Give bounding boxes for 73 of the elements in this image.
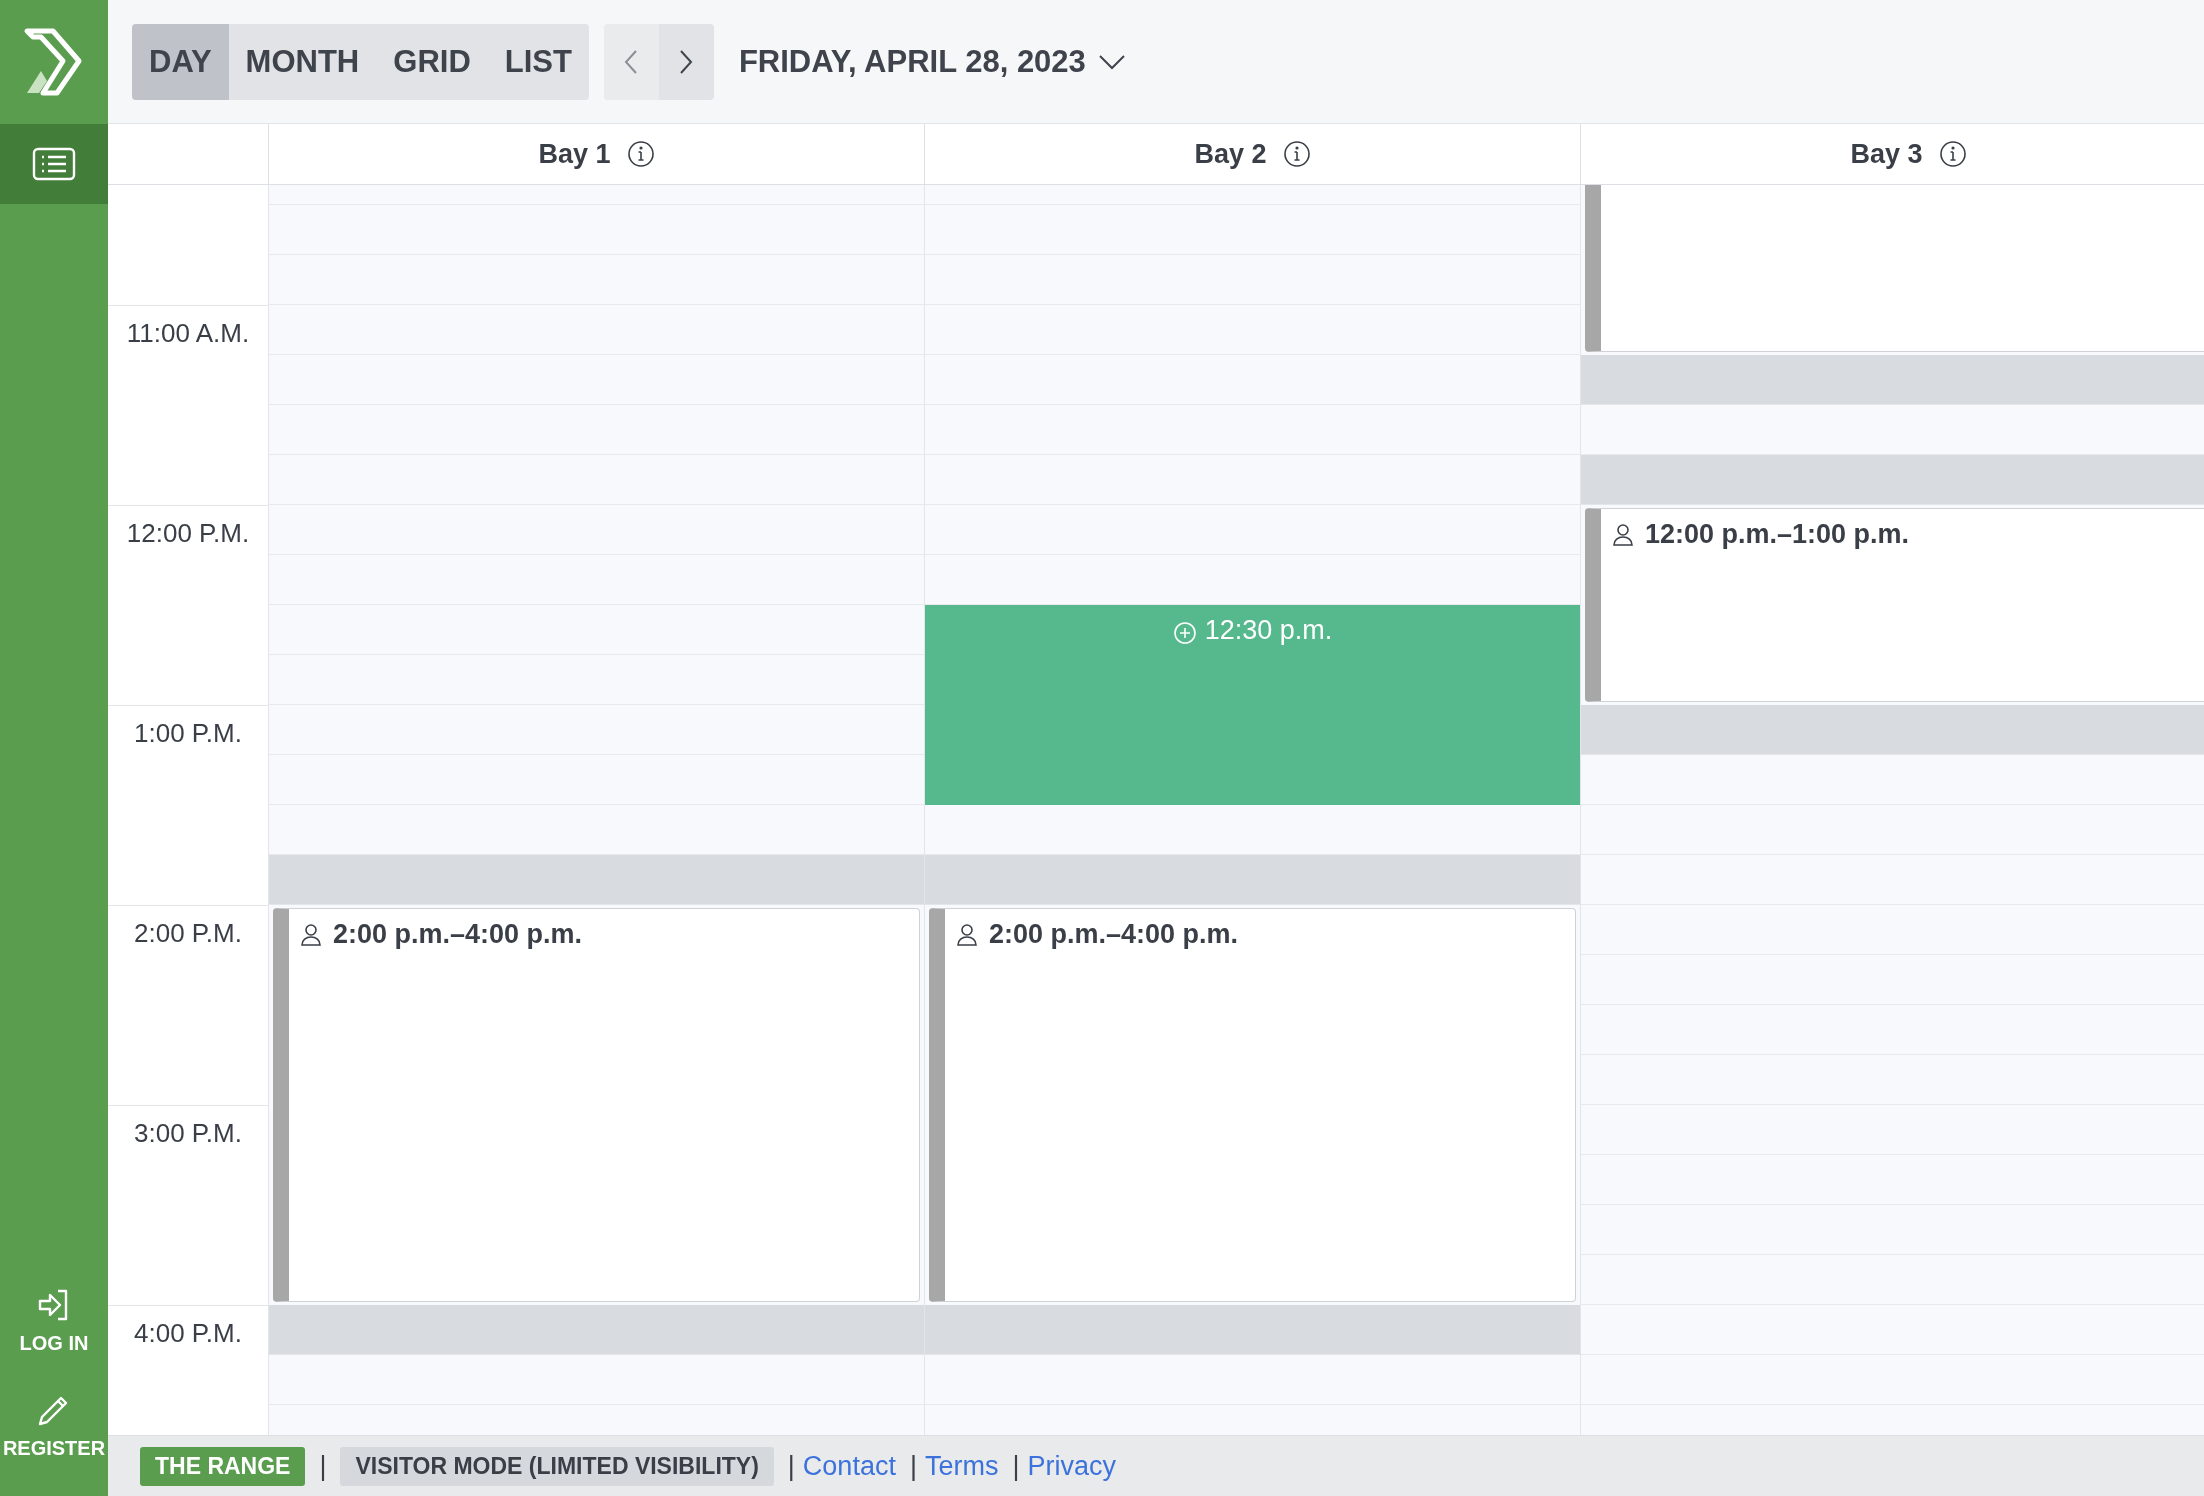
brand-badge: THE RANGE xyxy=(140,1446,306,1486)
time-slot[interactable] xyxy=(1581,1355,2204,1405)
time-slot[interactable] xyxy=(1581,405,2204,455)
separator: | xyxy=(909,1450,917,1482)
time-slot[interactable] xyxy=(1581,905,2204,955)
chevron-right-icon xyxy=(679,48,694,75)
time-label: 1:00 P.M. xyxy=(134,718,242,749)
time-slot[interactable] xyxy=(269,755,925,805)
booking-card[interactable]: 2:00 p.m.–4:00 p.m. xyxy=(273,908,920,1302)
time-slot[interactable] xyxy=(269,455,925,505)
chevron-left-icon xyxy=(624,48,639,75)
bay-header: Bay 3 xyxy=(1850,138,1923,170)
separator: | xyxy=(319,1450,327,1482)
time-slot[interactable] xyxy=(1581,755,2204,805)
list-view-button[interactable] xyxy=(0,124,108,204)
time-slot[interactable] xyxy=(925,555,1581,605)
time-slot[interactable] xyxy=(269,205,925,255)
separator: | xyxy=(787,1450,795,1482)
time-slot[interactable] xyxy=(925,1355,1581,1405)
footer-link[interactable]: Terms xyxy=(924,1450,999,1482)
time-slot[interactable] xyxy=(269,355,925,405)
view-tab[interactable]: LIST xyxy=(487,23,589,100)
person-icon xyxy=(1613,523,1633,547)
time-slot[interactable] xyxy=(269,655,925,705)
booking-time: 2:00 p.m.–4:00 p.m. xyxy=(989,919,1239,950)
time-slot[interactable] xyxy=(269,705,925,755)
time-label: 12:00 P.M. xyxy=(126,518,250,549)
booking-time: 2:00 p.m.–4:00 p.m. xyxy=(333,919,583,950)
time-slot[interactable] xyxy=(269,505,925,555)
booking-card[interactable]: 2:00 p.m.–4:00 p.m. xyxy=(929,908,1576,1302)
mode-badge: VISITOR MODE (LIMITED VISIBILITY) xyxy=(340,1446,774,1486)
bay-header: Bay 2 xyxy=(1194,138,1267,170)
footer-link[interactable]: Contact xyxy=(802,1450,896,1482)
bay-header: Bay 1 xyxy=(538,138,611,170)
booking-time: 12:00 p.m.–1:00 p.m. xyxy=(1645,519,1910,550)
time-slot[interactable] xyxy=(925,405,1581,455)
info-icon[interactable] xyxy=(1938,140,1967,168)
plus-circle-icon xyxy=(1172,621,1197,645)
time-slot[interactable] xyxy=(925,305,1581,355)
time-slot[interactable] xyxy=(1581,1255,2204,1305)
time-label: 11:00 A.M. xyxy=(126,318,250,349)
chevron-down-icon xyxy=(1097,53,1126,70)
time-label: 2:00 P.M. xyxy=(134,918,242,949)
info-icon[interactable] xyxy=(626,140,655,168)
separator: | xyxy=(1012,1450,1020,1482)
time-slot[interactable] xyxy=(925,805,1581,855)
time-slot[interactable] xyxy=(269,1355,925,1405)
next-button[interactable] xyxy=(658,23,714,100)
time-label: 4:00 P.M. xyxy=(134,1318,242,1349)
person-icon xyxy=(301,923,321,947)
time-slot[interactable] xyxy=(269,305,925,355)
time-slot[interactable] xyxy=(1581,1305,2204,1355)
time-slot[interactable] xyxy=(1581,805,2204,855)
time-slot[interactable] xyxy=(269,805,925,855)
time-label: 3:00 P.M. xyxy=(134,1118,242,1149)
list-icon xyxy=(32,147,76,181)
time-slot[interactable] xyxy=(925,505,1581,555)
view-tab[interactable]: DAY xyxy=(132,23,229,100)
booking-card[interactable]: 12:00 p.m.–1:00 p.m. xyxy=(1585,508,2204,702)
time-slot[interactable] xyxy=(269,255,925,305)
time-slot[interactable] xyxy=(1581,855,2204,905)
footer-link[interactable]: Privacy xyxy=(1027,1450,1116,1482)
time-slot[interactable] xyxy=(269,405,925,455)
time-slot[interactable] xyxy=(925,455,1581,505)
date-picker[interactable]: FRIDAY, APRIL 28, 2023 xyxy=(728,43,1126,80)
view-tab[interactable]: GRID xyxy=(376,23,488,100)
time-slot[interactable] xyxy=(925,355,1581,405)
time-slot[interactable] xyxy=(269,555,925,605)
view-tab[interactable]: MONTH xyxy=(228,23,377,100)
time-slot[interactable] xyxy=(269,605,925,655)
booking-card[interactable] xyxy=(1585,185,2204,352)
info-icon[interactable] xyxy=(1282,140,1311,168)
person-icon xyxy=(957,923,977,947)
